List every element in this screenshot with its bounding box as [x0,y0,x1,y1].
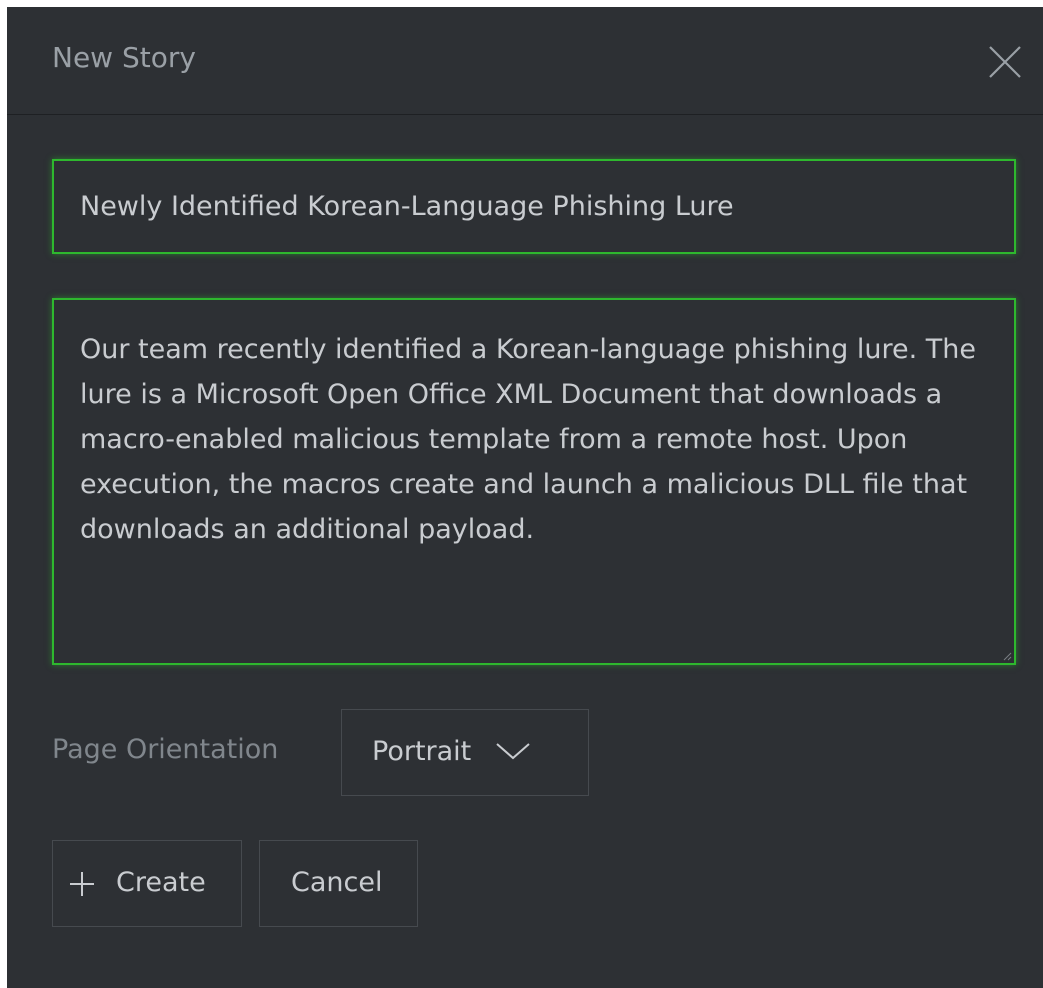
story-title-field [52,159,1016,254]
page-orientation-label: Page Orientation [52,734,279,765]
chevron-down-icon [496,743,530,760]
close-button[interactable] [985,42,1025,82]
story-description-textarea[interactable]: Our team recently identified a Korean-la… [54,300,1014,663]
cancel-button[interactable]: Cancel [259,840,418,927]
close-icon [989,46,1021,78]
story-title-input[interactable] [54,161,1014,252]
plus-icon [70,872,94,896]
story-description-field: Our team recently identified a Korean-la… [52,298,1016,665]
resize-grip-icon[interactable] [1002,651,1012,661]
page-orientation-dropdown[interactable]: Portrait [341,709,589,796]
cancel-button-label: Cancel [291,867,383,898]
dialog-header: New Story [7,7,1043,115]
create-button[interactable]: Create [52,840,242,927]
create-button-label: Create [116,867,206,898]
page-orientation-value: Portrait [372,736,472,767]
new-story-dialog: New Story Our team recently identified a… [7,7,1043,988]
dialog-title: New Story [52,41,196,74]
